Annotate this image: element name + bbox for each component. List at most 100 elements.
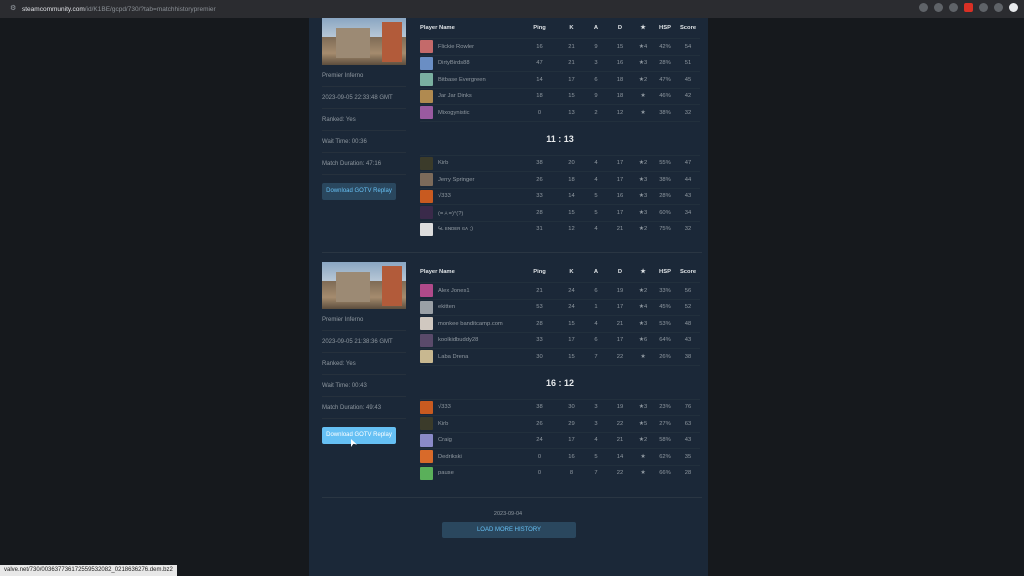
player-name-link[interactable]: Jerry Springer: [438, 177, 474, 183]
extensions-puzzle-icon[interactable]: [979, 3, 988, 12]
player-row: (=ㅅ=)°(?) 28 15 5 17 ★3 60% 34: [420, 204, 700, 221]
player-avatar[interactable]: [420, 350, 433, 364]
player-star: ★4: [638, 304, 648, 311]
player-hsp: 60%: [659, 209, 671, 216]
player-avatar[interactable]: [420, 56, 433, 70]
player-avatar[interactable]: [420, 333, 433, 347]
download-gotv-button[interactable]: Download GOTV Replay: [322, 183, 396, 200]
player-avatar[interactable]: [420, 417, 433, 431]
player-d: 22: [616, 470, 624, 477]
player-name-link[interactable]: √333: [438, 193, 451, 199]
player-a: 5: [594, 453, 598, 460]
scoreboard-header: Player Name Ping K A D ★ HSP Score: [420, 18, 700, 38]
player-name-link[interactable]: ϟʟ ᴇɴᴅᴇʀ ɢᴀ ;): [438, 226, 473, 232]
player-name-link[interactable]: Laba Drena: [438, 354, 468, 360]
player-name-link[interactable]: DirtyBirds88: [438, 60, 470, 66]
player-score: 48: [684, 320, 692, 327]
site-info-icon[interactable]: ⚙: [10, 5, 18, 13]
player-avatar[interactable]: [420, 189, 433, 203]
player-k: 21: [568, 43, 575, 50]
player-avatar[interactable]: [420, 106, 433, 120]
header-a: A: [593, 25, 599, 31]
address-bar[interactable]: ⚙ steamcommunity.com/id/K1BE/gcpd/730/?t…: [4, 2, 1020, 16]
map-name: Premier Inferno: [322, 65, 406, 87]
player-name-link[interactable]: Flickie Rowler: [438, 44, 474, 50]
match-meta: Premier Inferno 2023-09-05 21:38:36 GMT Ra…: [322, 309, 406, 419]
player-avatar[interactable]: [420, 450, 433, 464]
player-name-link[interactable]: Kirb: [438, 421, 448, 427]
player-star: ★: [640, 93, 646, 100]
player-avatar[interactable]: [420, 284, 433, 298]
player-cell: √333: [420, 189, 520, 203]
player-ping: 53: [536, 304, 543, 311]
player-avatar[interactable]: [420, 433, 433, 447]
player-k: 29: [568, 420, 575, 427]
player-avatar[interactable]: [420, 73, 433, 87]
player-a: 4: [594, 437, 598, 444]
player-avatar[interactable]: [420, 156, 433, 170]
player-avatar[interactable]: [420, 400, 433, 414]
player-avatar[interactable]: [420, 40, 433, 54]
player-d: 17: [616, 176, 624, 183]
player-name-link[interactable]: Kirb: [438, 160, 448, 166]
player-a: 6: [594, 76, 598, 83]
load-more-history-button[interactable]: LOAD MORE HISTORY: [442, 522, 576, 538]
player-ping: 0: [537, 453, 542, 460]
player-name-link[interactable]: monkee banditcamp.com: [438, 321, 503, 327]
player-d: 21: [616, 226, 624, 233]
player-d: 14: [616, 453, 624, 460]
player-star: ★2: [638, 76, 648, 83]
player-name-link[interactable]: (=ㅅ=)°(?): [438, 208, 463, 217]
map-name: Premier Inferno: [322, 309, 406, 331]
player-row: Dedrikski 0 16 5 14 ★ 62% 35: [420, 448, 700, 465]
download-gotv-button[interactable]: Download GOTV Replay: [322, 427, 396, 444]
profile-icon[interactable]: [919, 3, 928, 12]
player-a: 6: [594, 337, 598, 344]
player-d: 17: [616, 209, 624, 216]
player-name-link[interactable]: ekitten: [438, 304, 455, 310]
player-name-link[interactable]: Jar Jar Dinks: [438, 93, 472, 99]
player-avatar[interactable]: [420, 222, 433, 236]
player-star: ★2: [638, 437, 648, 444]
map-thumbnail: [322, 262, 406, 309]
tab-search-icon[interactable]: [994, 3, 1003, 12]
player-name-link[interactable]: pause: [438, 470, 454, 476]
player-avatar[interactable]: [420, 317, 433, 331]
player-avatar[interactable]: [420, 89, 433, 103]
bookmark-star-icon[interactable]: [949, 3, 958, 12]
player-avatar[interactable]: [420, 300, 433, 314]
player-name-link[interactable]: Bitbase Evergreen: [438, 77, 486, 83]
player-k: 18: [568, 176, 575, 183]
player-name-link[interactable]: Alex Jones1: [438, 288, 470, 294]
player-hsp: 28%: [659, 60, 671, 67]
player-name-link[interactable]: Dedrikski: [438, 454, 462, 460]
player-hsp: 55%: [659, 160, 671, 167]
player-avatar[interactable]: [420, 466, 433, 480]
player-name-link[interactable]: √333: [438, 404, 451, 410]
player-k: 15: [568, 353, 575, 360]
player-hsp: 33%: [659, 287, 671, 294]
player-avatar[interactable]: [420, 206, 433, 220]
player-name-link[interactable]: Craig: [438, 437, 452, 443]
player-score: 56: [684, 287, 692, 294]
player-cell: Kirb: [420, 417, 520, 431]
match-date: 2023-09-05 22:33:48 GMT: [322, 87, 406, 109]
share-icon[interactable]: [934, 3, 943, 12]
player-d: 12: [616, 109, 624, 116]
player-name-link[interactable]: Mixogynistic: [438, 110, 470, 116]
player-cell: Jerry Springer: [420, 173, 520, 187]
player-cell: Flickie Rowler: [420, 40, 520, 54]
player-name-link[interactable]: koolkidbuddy28: [438, 337, 478, 343]
sidebar-icon[interactable]: [1009, 3, 1018, 12]
player-k: 8: [569, 470, 574, 477]
player-hsp: 58%: [659, 437, 671, 444]
extension-icon[interactable]: [964, 3, 973, 12]
player-k: 20: [568, 160, 575, 167]
player-star: ★: [640, 109, 646, 116]
match-score: 16 : 12: [420, 364, 700, 399]
player-hsp: 62%: [659, 453, 671, 460]
match-score: 11 : 13: [420, 120, 700, 155]
player-avatar[interactable]: [420, 173, 433, 187]
match-divider: [322, 497, 702, 498]
player-cell: Alex Jones1: [420, 284, 520, 298]
